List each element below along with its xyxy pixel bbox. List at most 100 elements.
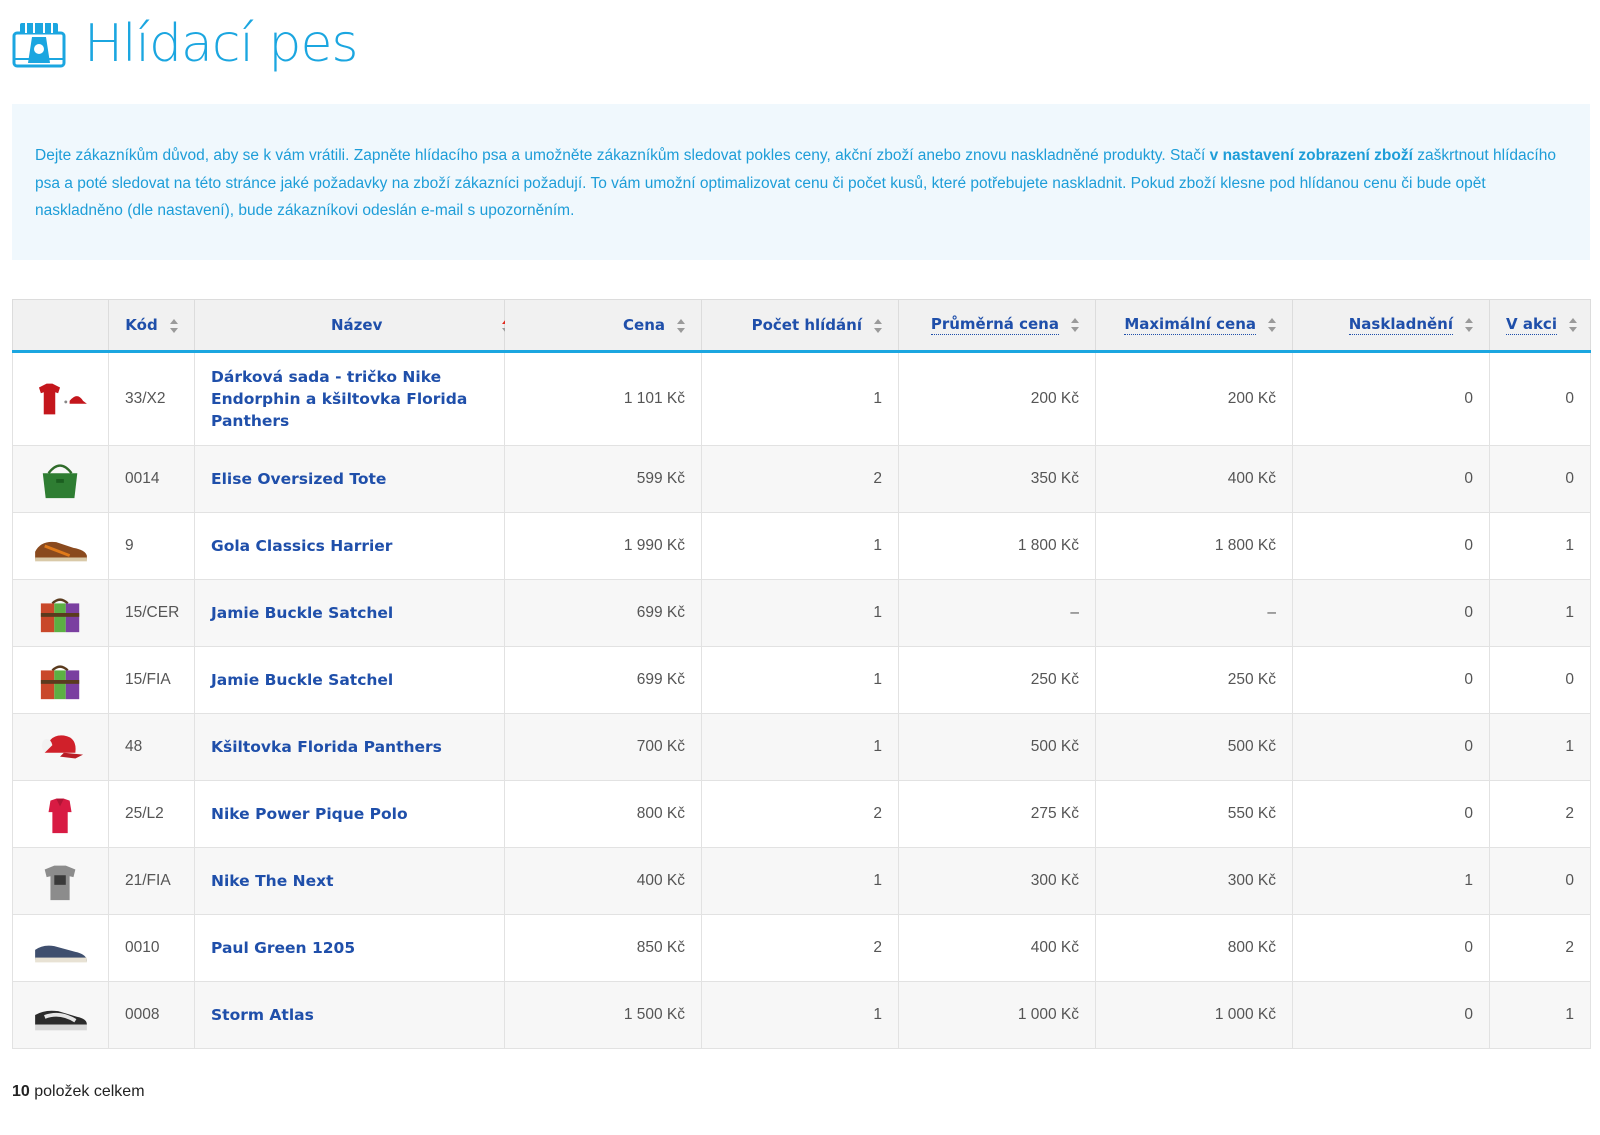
product-thumbnail-cell: [12, 579, 109, 647]
col-on-sale-header[interactable]: V akci: [1489, 299, 1591, 353]
avg-price: 400 Kč: [898, 914, 1096, 982]
col-restock-header[interactable]: Naskladnění: [1292, 299, 1490, 353]
blue-shoe-thumb-icon[interactable]: [31, 925, 91, 971]
product-price: 699 Kč: [504, 579, 702, 647]
on-sale-count: 0: [1489, 847, 1591, 915]
max-price: 550 Kč: [1095, 780, 1293, 848]
max-price: 400 Kč: [1095, 445, 1293, 513]
product-name-link[interactable]: Dárková sada - tričko Nike Endorphin a k…: [211, 368, 467, 430]
product-name-link[interactable]: Paul Green 1205: [211, 939, 355, 957]
product-price: 1 101 Kč: [504, 351, 702, 446]
avg-price: 200 Kč: [898, 351, 1096, 446]
product-code: 15/FIA: [108, 646, 195, 714]
max-price: 300 Kč: [1095, 847, 1293, 915]
product-name-cell: Gola Classics Harrier: [194, 512, 505, 580]
satchel-thumb-icon[interactable]: [31, 657, 91, 703]
skate-shoe-thumb-icon[interactable]: [31, 992, 91, 1038]
restock-count: 0: [1292, 780, 1490, 848]
restock-count: 0: [1292, 579, 1490, 647]
max-price: 1 800 Kč: [1095, 512, 1293, 580]
product-thumbnail-cell: [12, 713, 109, 781]
col-name-header[interactable]: Název: [194, 299, 511, 353]
brown-sneaker-thumb-icon[interactable]: [31, 523, 91, 569]
sort-icon[interactable]: [169, 318, 178, 333]
product-thumbnail-cell: [12, 512, 109, 580]
polo-thumb-icon[interactable]: [31, 791, 91, 837]
col-price-header[interactable]: Cena: [504, 299, 702, 353]
max-price: 800 Kč: [1095, 914, 1293, 982]
table-row: 33/X2 Dárková sada - tričko Nike Endorphi…: [12, 351, 1591, 446]
items-count: 10: [12, 1083, 30, 1100]
col-code-header[interactable]: Kód: [108, 299, 195, 353]
page-title: Hlídací pes: [84, 14, 359, 74]
tshirt-cap-thumb-icon[interactable]: [31, 376, 91, 422]
col-avg-price-header[interactable]: Průměrná cena: [898, 299, 1096, 353]
product-thumbnail-cell: [12, 981, 109, 1049]
product-name-cell: Elise Oversized Tote: [194, 445, 505, 513]
avg-price: 250 Kč: [898, 646, 1096, 714]
col-watch-count-header[interactable]: Počet hlídání: [701, 299, 899, 353]
table-row: 9 Gola Classics Harrier 1 990 Kč 1 1 800 Kč 1…: [12, 512, 1591, 580]
watchdog-table: Kód Název Cena Počet hlídání Průměrná ce…: [12, 299, 1591, 1049]
on-sale-count: 1: [1489, 579, 1591, 647]
product-name-link[interactable]: Nike The Next: [211, 872, 334, 890]
sort-icon[interactable]: [1465, 317, 1473, 332]
table-row: 0008 Storm Atlas 1 500 Kč 1 1 000 Kč 1 000 Kč…: [12, 981, 1591, 1049]
items-label: položek celkem: [29, 1083, 145, 1100]
product-name-cell: Paul Green 1205: [194, 914, 505, 982]
table-row: 0014 Elise Oversized Tote 599 Kč 2 350 Kč 400…: [12, 445, 1591, 513]
product-price: 1 990 Kč: [504, 512, 702, 580]
table-row: 25/L2 Nike Power Pique Polo 800 Kč 2 275 Kč 5…: [12, 780, 1591, 848]
display-settings-link[interactable]: v nastavení zobrazení zboží: [1210, 147, 1413, 164]
table-row: 15/FIA Jamie Buckle Satchel 699 Kč 1 250 Kč 2…: [12, 646, 1591, 714]
watch-count: 1: [701, 512, 899, 580]
green-tote-thumb-icon[interactable]: [31, 456, 91, 502]
grey-tshirt-thumb-icon[interactable]: [31, 858, 91, 904]
sort-icon[interactable]: [677, 318, 685, 333]
restock-count: 1: [1292, 847, 1490, 915]
restock-count: 0: [1292, 646, 1490, 714]
product-name-link[interactable]: Jamie Buckle Satchel: [211, 604, 393, 622]
product-name-link[interactable]: Elise Oversized Tote: [211, 470, 386, 488]
sort-icon[interactable]: [1268, 317, 1276, 332]
on-sale-count: 0: [1489, 351, 1591, 446]
page: Hlídací pes Dejte zákazníkům důvod, aby …: [0, 0, 1600, 1135]
table-row: 0010 Paul Green 1205 850 Kč 2 400 Kč 800 Kč 0 2: [12, 914, 1591, 982]
product-code: 48: [108, 713, 195, 781]
product-code: 0014: [108, 445, 195, 513]
product-code: 21/FIA: [108, 847, 195, 915]
satchel-thumb-icon[interactable]: [31, 590, 91, 636]
product-price: 1 500 Kč: [504, 981, 702, 1049]
product-price: 699 Kč: [504, 646, 702, 714]
sort-icon[interactable]: [874, 318, 882, 333]
avg-price: 1 800 Kč: [898, 512, 1096, 580]
product-name-cell: Dárková sada - tričko Nike Endorphin a k…: [194, 351, 505, 446]
watch-count: 1: [701, 579, 899, 647]
restock-count: 0: [1292, 981, 1490, 1049]
product-price: 599 Kč: [504, 445, 702, 513]
product-name-cell: Jamie Buckle Satchel: [194, 579, 505, 647]
table-header-row: Kód Název Cena Počet hlídání Průměrná ce…: [12, 299, 1591, 353]
product-code: 0008: [108, 981, 195, 1049]
product-price: 700 Kč: [504, 713, 702, 781]
product-code: 0010: [108, 914, 195, 982]
product-name-cell: Kšiltovka Florida Panthers: [194, 713, 505, 781]
sort-icon[interactable]: [1071, 317, 1079, 332]
sort-icon[interactable]: [1568, 317, 1577, 332]
product-code: 25/L2: [108, 780, 195, 848]
watch-count: 2: [701, 780, 899, 848]
product-thumbnail-cell: [12, 914, 109, 982]
product-name-link[interactable]: Kšiltovka Florida Panthers: [211, 738, 442, 756]
product-name-link[interactable]: Jamie Buckle Satchel: [211, 671, 393, 689]
product-thumbnail-cell: [12, 445, 109, 513]
restock-count: 0: [1292, 351, 1490, 446]
product-name-link[interactable]: Gola Classics Harrier: [211, 537, 392, 555]
product-price: 800 Kč: [504, 780, 702, 848]
product-name-link[interactable]: Storm Atlas: [211, 1006, 314, 1024]
product-thumbnail-cell: [12, 351, 109, 446]
table-row: 21/FIA Nike The Next 400 Kč 1 300 Kč 300 Kč 1 0: [12, 847, 1591, 915]
product-name-link[interactable]: Nike Power Pique Polo: [211, 805, 408, 823]
avg-price: 1 000 Kč: [898, 981, 1096, 1049]
col-max-price-header[interactable]: Maximální cena: [1095, 299, 1293, 353]
cap-thumb-icon[interactable]: [31, 724, 91, 770]
